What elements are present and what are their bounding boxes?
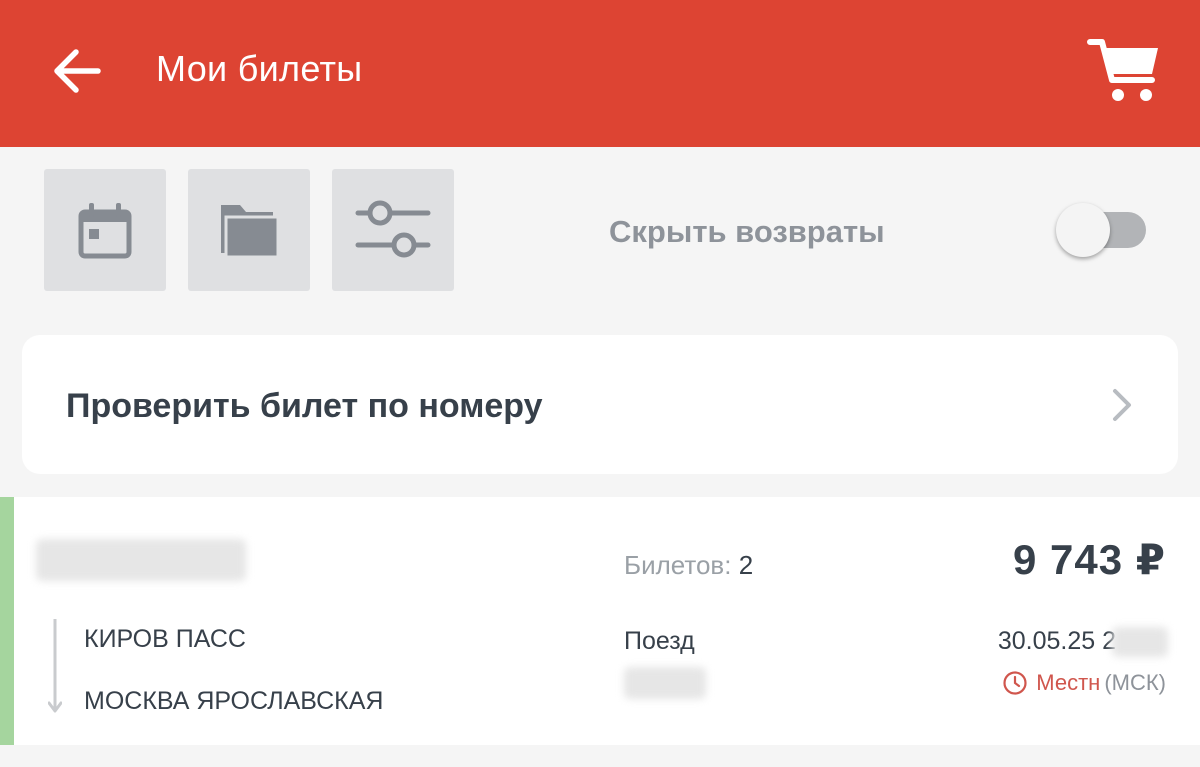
ticket-price: 9 743 ₽ [1013, 536, 1166, 583]
timezone-local: Местн [1036, 670, 1101, 695]
ticket-status-accent [0, 497, 14, 745]
app-bar: Мои билеты [0, 0, 1200, 147]
ticket-count: Билетов: 2 [624, 550, 753, 581]
folder-button[interactable] [188, 169, 310, 291]
folder-icon [221, 205, 280, 259]
page-title: Мои билеты [156, 48, 363, 89]
route-arrow-icon [48, 619, 62, 713]
ticket-count-label: Билетов: [624, 550, 732, 580]
arrival-station: МОСКВА ЯРОСЛАВСКАЯ [84, 687, 384, 715]
transport-type: Поезд [624, 627, 695, 655]
departure-datetime: 30.05.25 2 [997, 627, 1116, 655]
redacted-train-number [624, 667, 706, 699]
cart-icon [1087, 39, 1158, 101]
chevron-right-icon [1113, 389, 1131, 421]
redacted-ticket-number [36, 539, 246, 581]
ticket-card[interactable]: Билетов: 2 9 743 ₽ КИРОВ ПАСС МОСКВА ЯРО… [0, 497, 1200, 745]
clock-icon [1003, 671, 1027, 695]
timezone-zone: (МСК) [1104, 670, 1166, 695]
hide-returns-label: Скрыть возвраты [609, 214, 885, 249]
arrow-left-icon [54, 49, 101, 93]
redacted-departure-time [1112, 627, 1168, 657]
hide-returns-toggle[interactable] [1052, 200, 1152, 264]
cart-button[interactable] [1082, 34, 1164, 108]
check-ticket-label: Проверить билет по номеру [66, 387, 543, 425]
back-button[interactable] [40, 38, 116, 104]
calendar-button[interactable] [44, 169, 166, 291]
sliders-icon [355, 200, 431, 258]
calendar-icon [78, 203, 132, 259]
toggle-knob [1056, 203, 1110, 257]
ticket-count-value: 2 [738, 550, 754, 580]
departure-station: КИРОВ ПАСС [84, 625, 246, 653]
timezone-info: Местн (МСК) [1002, 670, 1166, 696]
check-ticket-by-number[interactable]: Проверить билет по номеру [22, 335, 1178, 474]
filter-button[interactable] [332, 169, 454, 291]
